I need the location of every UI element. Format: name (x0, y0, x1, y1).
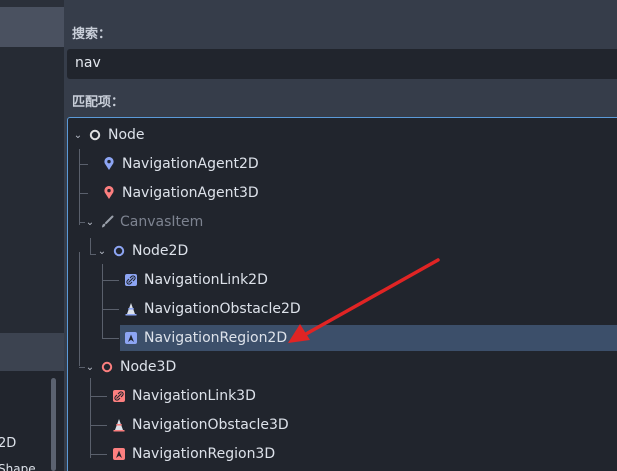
tree-item-node-2d[interactable]: ⌄ Node2D (96, 238, 188, 264)
tree-guide-line (79, 193, 88, 194)
chevron-down-icon[interactable]: ⌄ (84, 361, 96, 373)
tree-guide-line (102, 264, 103, 339)
tree-guide-line (90, 396, 107, 397)
navigation-region-3d-icon (112, 447, 126, 461)
search-label: 搜索： (72, 27, 112, 42)
tree-item-label: NavigationLink3D (132, 388, 256, 404)
tree-guide-line (90, 425, 107, 426)
tree-item-label: NavigationRegion3D (132, 446, 276, 462)
left-dock-header (0, 7, 64, 47)
tree-item-navigation-region-3d[interactable]: NavigationRegion3D (112, 441, 275, 467)
left-dock-divider-bar (0, 333, 64, 371)
tree-item-navigation-obstacle-2d[interactable]: NavigationObstacle2D (124, 296, 301, 322)
tree-item-label: Node (108, 127, 145, 143)
tree-item-navigation-obstacle-3d[interactable]: NavigationObstacle3D (112, 412, 289, 438)
tree-item-navigation-region-2d[interactable]: NavigationRegion2D (120, 325, 617, 351)
search-input[interactable]: nav (67, 49, 617, 79)
node-2d-circle-icon (112, 244, 126, 258)
tree-item-label: NavigationRegion2D (144, 330, 288, 346)
tree-guide-line (79, 149, 80, 225)
left-dock-upper-area (0, 47, 64, 333)
node-circle-icon (88, 128, 102, 142)
tree-item-label: NavigationLink2D (144, 272, 268, 288)
tree-item-navigation-link-2d[interactable]: NavigationLink2D (124, 267, 268, 293)
tree-item-label: NavigationAgent3D (122, 185, 259, 201)
navigation-link-2d-icon (124, 273, 138, 287)
tree-item-canvas-item[interactable]: ⌄ CanvasItem (84, 209, 203, 235)
tree-item-navigation-link-3d[interactable]: NavigationLink3D (112, 383, 256, 409)
tree-guide-line (90, 454, 107, 455)
tree-guide-line (102, 338, 119, 339)
navigation-agent-2d-icon (102, 157, 116, 171)
chevron-down-icon[interactable]: ⌄ (96, 245, 108, 257)
tree-guide-line (102, 280, 119, 281)
matches-label: 匹配项： (72, 95, 125, 110)
tree-guide-line (79, 164, 88, 165)
tree-guide-line (90, 378, 91, 458)
tree-guide-line (79, 252, 80, 366)
matches-tree[interactable]: ⌄ Node NavigationAgent2D NavigationAgent… (67, 117, 617, 471)
tree-item-label: Node2D (132, 243, 189, 259)
node-3d-circle-icon (100, 360, 114, 374)
tree-item-label: Node3D (120, 359, 177, 375)
navigation-region-2d-icon (124, 331, 138, 345)
canvas-item-brush-icon (100, 215, 114, 229)
tree-item-label: NavigationObstacle2D (144, 301, 301, 317)
tree-item-navigation-agent-3d[interactable]: NavigationAgent3D (102, 180, 259, 206)
tree-item-navigation-agent-2d[interactable]: NavigationAgent2D (102, 151, 259, 177)
tree-item-label: NavigationAgent2D (122, 156, 259, 172)
tree-item-label: NavigationObstacle3D (132, 417, 289, 433)
left-dock-item-2d[interactable]: 2D (0, 436, 16, 451)
navigation-link-3d-icon (112, 389, 126, 403)
navigation-obstacle-2d-icon (124, 302, 138, 316)
tree-guide-line (102, 309, 119, 310)
navigation-obstacle-3d-icon (112, 418, 126, 432)
tree-item-node[interactable]: ⌄ Node (72, 122, 145, 148)
search-input-value: nav (75, 55, 101, 71)
chevron-down-icon[interactable]: ⌄ (84, 216, 96, 228)
tree-item-label: CanvasItem (120, 214, 204, 230)
tree-guide-line (90, 238, 91, 255)
chevron-down-icon[interactable]: ⌄ (72, 129, 84, 141)
left-dock-item-shape[interactable]: Shape (0, 462, 36, 471)
navigation-agent-3d-icon (102, 186, 116, 200)
tree-item-node-3d[interactable]: ⌄ Node3D (84, 354, 176, 380)
left-dock-scrollbar[interactable] (51, 378, 56, 471)
